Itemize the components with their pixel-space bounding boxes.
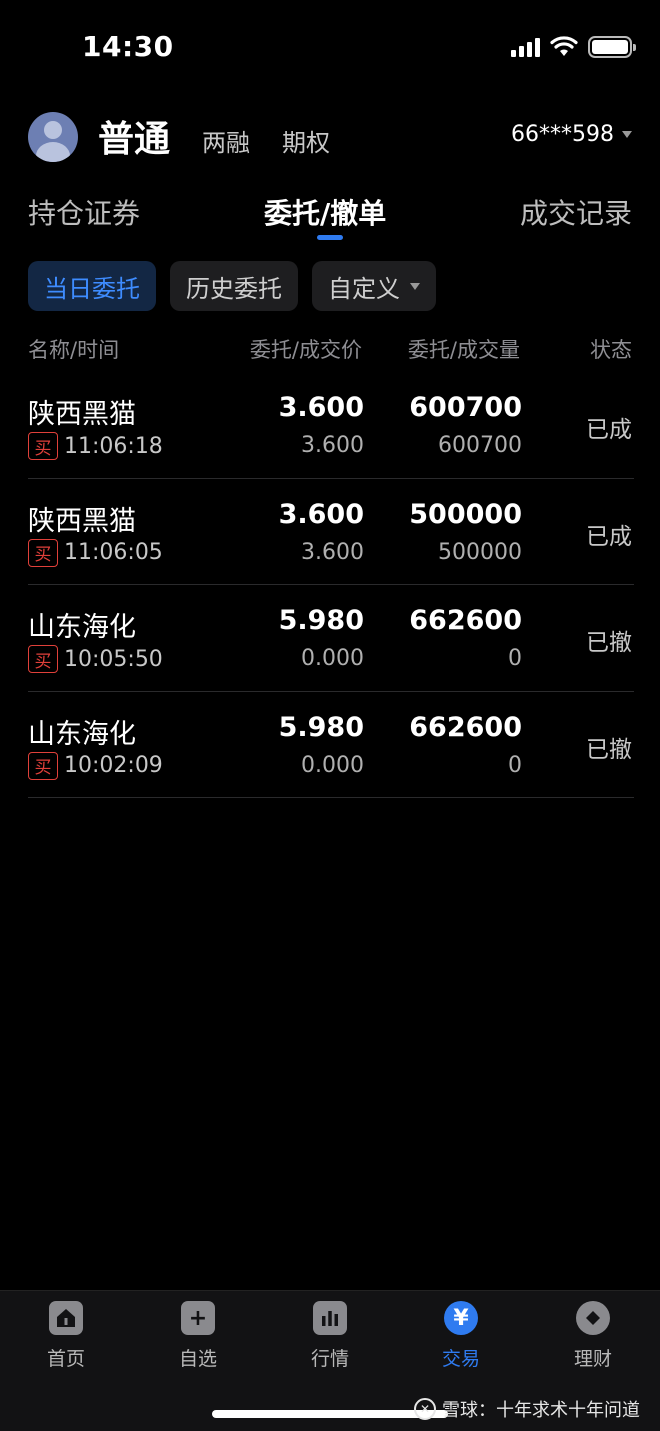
nav-market-label: 行情: [310, 1348, 349, 1370]
order-quantity: 662600: [409, 711, 522, 743]
deal-price: 0.000: [301, 752, 364, 778]
buy-tag: 买: [28, 432, 58, 460]
filter-chips: 当日委托 历史委托 自定义: [28, 261, 436, 311]
buy-tag: 买: [28, 751, 58, 780]
account-type-margin[interactable]: 两融: [202, 123, 250, 162]
stock-name: 陕西黑猫: [28, 399, 136, 430]
account-type-normal[interactable]: 普通: [98, 110, 170, 162]
nav-watchlist[interactable]: + 自选: [148, 1301, 248, 1371]
table-row[interactable]: 山东海化 买 10:02:09 5.980 0.000 662600 0 已撤: [28, 692, 634, 798]
nav-watchlist-label: 自选: [178, 1348, 217, 1370]
table-row[interactable]: 山东海化 买 10:05:50 5.980 0.000 662600 0 已撤: [28, 585, 634, 692]
watermark: ✕ 雪球：十年求术十年问道: [414, 1396, 640, 1422]
status-icons: [511, 36, 636, 58]
home-icon: [49, 1301, 83, 1335]
active-tab-indicator: [317, 235, 343, 240]
filter-custom-label: 自定义: [328, 274, 400, 303]
chevron-down-icon: [410, 282, 420, 290]
home-indicator: [212, 1410, 448, 1418]
deal-quantity: 0: [508, 646, 522, 671]
order-price: 3.600: [278, 392, 364, 423]
stock-name: 山东海化: [28, 612, 136, 643]
order-quantity: 500000: [409, 498, 522, 530]
header-quantity: 委托/成交量: [407, 338, 520, 362]
account-selector[interactable]: 66***598: [511, 122, 632, 147]
order-quantity: 662600: [409, 605, 522, 636]
buy-tag: 买: [28, 645, 58, 673]
filter-custom[interactable]: 自定义: [312, 261, 436, 311]
stock-name: 陕西黑猫: [28, 505, 136, 537]
order-time: 11:06:05: [64, 540, 163, 565]
order-quantity: 600700: [409, 392, 522, 423]
account-type-options[interactable]: 期权: [282, 123, 330, 162]
nav-market[interactable]: 行情: [280, 1301, 380, 1371]
table-header: 名称/时间 委托/成交价 委托/成交量 状态: [28, 334, 632, 364]
chart-icon: [313, 1301, 347, 1335]
deal-price: 0.000: [301, 646, 364, 671]
nav-trade[interactable]: ¥ 交易: [411, 1301, 511, 1371]
order-status: 已撤: [586, 736, 632, 763]
order-status: 已成: [586, 417, 632, 443]
chevron-down-icon: [622, 131, 632, 138]
nav-wealth-label: 理财: [573, 1348, 612, 1370]
deal-quantity: 600700: [438, 433, 522, 458]
nav-home-label: 首页: [46, 1348, 85, 1370]
order-status: 已成: [586, 523, 632, 550]
order-list: 陕西黑猫 买 11:06:18 3.600 3.600 600700 60070…: [28, 372, 634, 798]
signal-icon: [511, 37, 540, 57]
status-time: 14:30: [82, 30, 174, 63]
deal-price: 3.600: [301, 539, 364, 565]
main-tabs: 持仓证券 委托/撤单 成交记录: [0, 192, 660, 252]
filter-history[interactable]: 历史委托: [170, 261, 298, 311]
order-price: 3.600: [278, 498, 364, 530]
watermark-text: 雪球：十年求术十年问道: [442, 1400, 640, 1421]
header-name-time: 名称/时间: [28, 338, 120, 362]
header-price: 委托/成交价: [249, 338, 362, 362]
deal-price: 3.600: [301, 433, 364, 458]
table-row[interactable]: 陕西黑猫 买 11:06:18 3.600 3.600 600700 60070…: [28, 372, 634, 479]
nav-trade-label: 交易: [441, 1348, 480, 1370]
order-status: 已撤: [586, 630, 632, 656]
wifi-icon: [550, 36, 578, 56]
stock-name: 山东海化: [28, 718, 136, 750]
deal-quantity: 0: [508, 752, 522, 778]
buy-tag: 买: [28, 538, 58, 567]
tab-positions[interactable]: 持仓证券: [28, 192, 140, 232]
plus-icon: +: [181, 1301, 215, 1335]
tab-orders[interactable]: 委托/撤单: [264, 192, 386, 232]
battery-icon: [588, 36, 636, 58]
nav-wealth[interactable]: 理财: [543, 1301, 643, 1371]
snowball-logo-icon: ✕: [414, 1398, 436, 1420]
order-time: 11:06:18: [64, 433, 163, 459]
diamond-icon: [576, 1301, 610, 1335]
filter-today[interactable]: 当日委托: [28, 261, 156, 311]
order-time: 10:05:50: [64, 646, 163, 672]
header-status: 状态: [590, 338, 632, 362]
table-row[interactable]: 陕西黑猫 买 11:06:05 3.600 3.600 500000 50000…: [28, 479, 634, 585]
avatar[interactable]: [28, 112, 78, 162]
account-number: 66***598: [511, 122, 614, 147]
filter-history-label: 历史委托: [186, 274, 282, 303]
account-type-tabs: 普通 两融 期权: [98, 112, 330, 162]
order-price: 5.980: [278, 711, 364, 743]
filter-today-label: 当日委托: [44, 274, 140, 303]
order-price: 5.980: [278, 605, 364, 636]
yen-icon: ¥: [444, 1301, 478, 1335]
nav-home[interactable]: 首页: [16, 1301, 116, 1371]
tab-trade-records[interactable]: 成交记录: [520, 192, 632, 232]
order-time: 10:02:09: [64, 753, 163, 778]
deal-quantity: 500000: [438, 539, 522, 565]
